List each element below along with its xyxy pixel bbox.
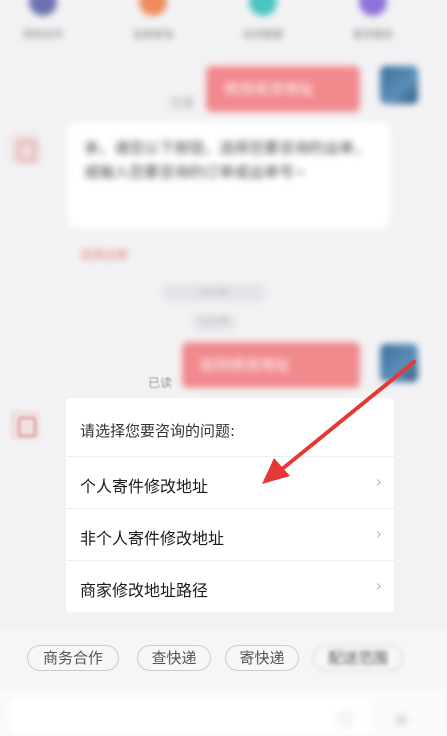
shortcut-label: 商务合作 — [23, 30, 63, 41]
bot-message-1: 亲，请您以下按钮，选择您要咨询的运单，或输入您要咨询的订单或运单号~ — [68, 122, 390, 228]
more-icon — [359, 0, 387, 16]
shortcut-label: 在线客服 — [243, 30, 283, 41]
question-option-label: 个人寄件修改地址 — [80, 477, 209, 496]
shortcut-business[interactable]: 商务合作 — [8, 0, 78, 41]
question-card: 请选择您要咨询的问题: 个人寄件修改地址 › 非个人寄件修改地址 › 商家修改地… — [66, 398, 394, 612]
message-input[interactable] — [10, 698, 370, 734]
business-icon — [29, 0, 57, 16]
question-option[interactable]: 商家修改地址路径 › — [66, 560, 394, 612]
shortcut-row: 商务合作 运单查询 在线客服 更多服务 — [0, 0, 447, 56]
shortcut-tracking[interactable]: 运单查询 — [118, 0, 188, 41]
shortcut-label: 更多服务 — [353, 30, 393, 41]
timestamp: 12:34 — [162, 284, 266, 302]
question-option-label: 商家修改地址路径 — [80, 581, 209, 600]
input-bar — [0, 690, 447, 736]
user-message-2: 如何修改地址 — [182, 342, 360, 388]
question-option-label: 非个人寄件修改地址 — [80, 529, 225, 548]
read-status: 已读 — [170, 96, 195, 110]
shortcut-more[interactable]: 更多服务 — [338, 0, 408, 41]
quick-chip-range[interactable]: 配送范围 — [313, 645, 403, 671]
quick-chip-business[interactable]: 商务合作 — [27, 645, 119, 671]
chevron-right-icon: › — [375, 524, 382, 543]
bot-avatar — [10, 134, 40, 164]
quick-chip-track[interactable]: 查快递 — [137, 645, 211, 671]
chevron-right-icon: › — [375, 576, 382, 595]
bot-avatar — [10, 410, 40, 440]
question-option[interactable]: 非个人寄件修改地址 › — [66, 508, 394, 560]
select-waybill-link[interactable]: 选择运单 — [80, 246, 128, 263]
user-avatar — [380, 66, 418, 104]
service-icon — [249, 0, 277, 16]
shortcut-service[interactable]: 在线客服 — [228, 0, 298, 41]
question-option[interactable]: 个人寄件修改地址 › — [66, 456, 394, 508]
shortcut-label: 运单查询 — [133, 30, 173, 41]
user-message-1: 修改收货地址 — [206, 66, 360, 112]
user-avatar — [380, 344, 418, 382]
read-status: 已读 — [148, 376, 173, 390]
timestamp: 12:35 — [192, 314, 236, 330]
question-card-title: 请选择您要咨询的问题: — [80, 422, 236, 440]
quick-chip-send[interactable]: 寄快递 — [225, 645, 299, 671]
emoji-icon[interactable] — [338, 712, 352, 726]
chevron-right-icon: › — [375, 472, 382, 491]
tracking-icon — [139, 0, 167, 16]
plus-icon[interactable]: + — [392, 708, 410, 733]
